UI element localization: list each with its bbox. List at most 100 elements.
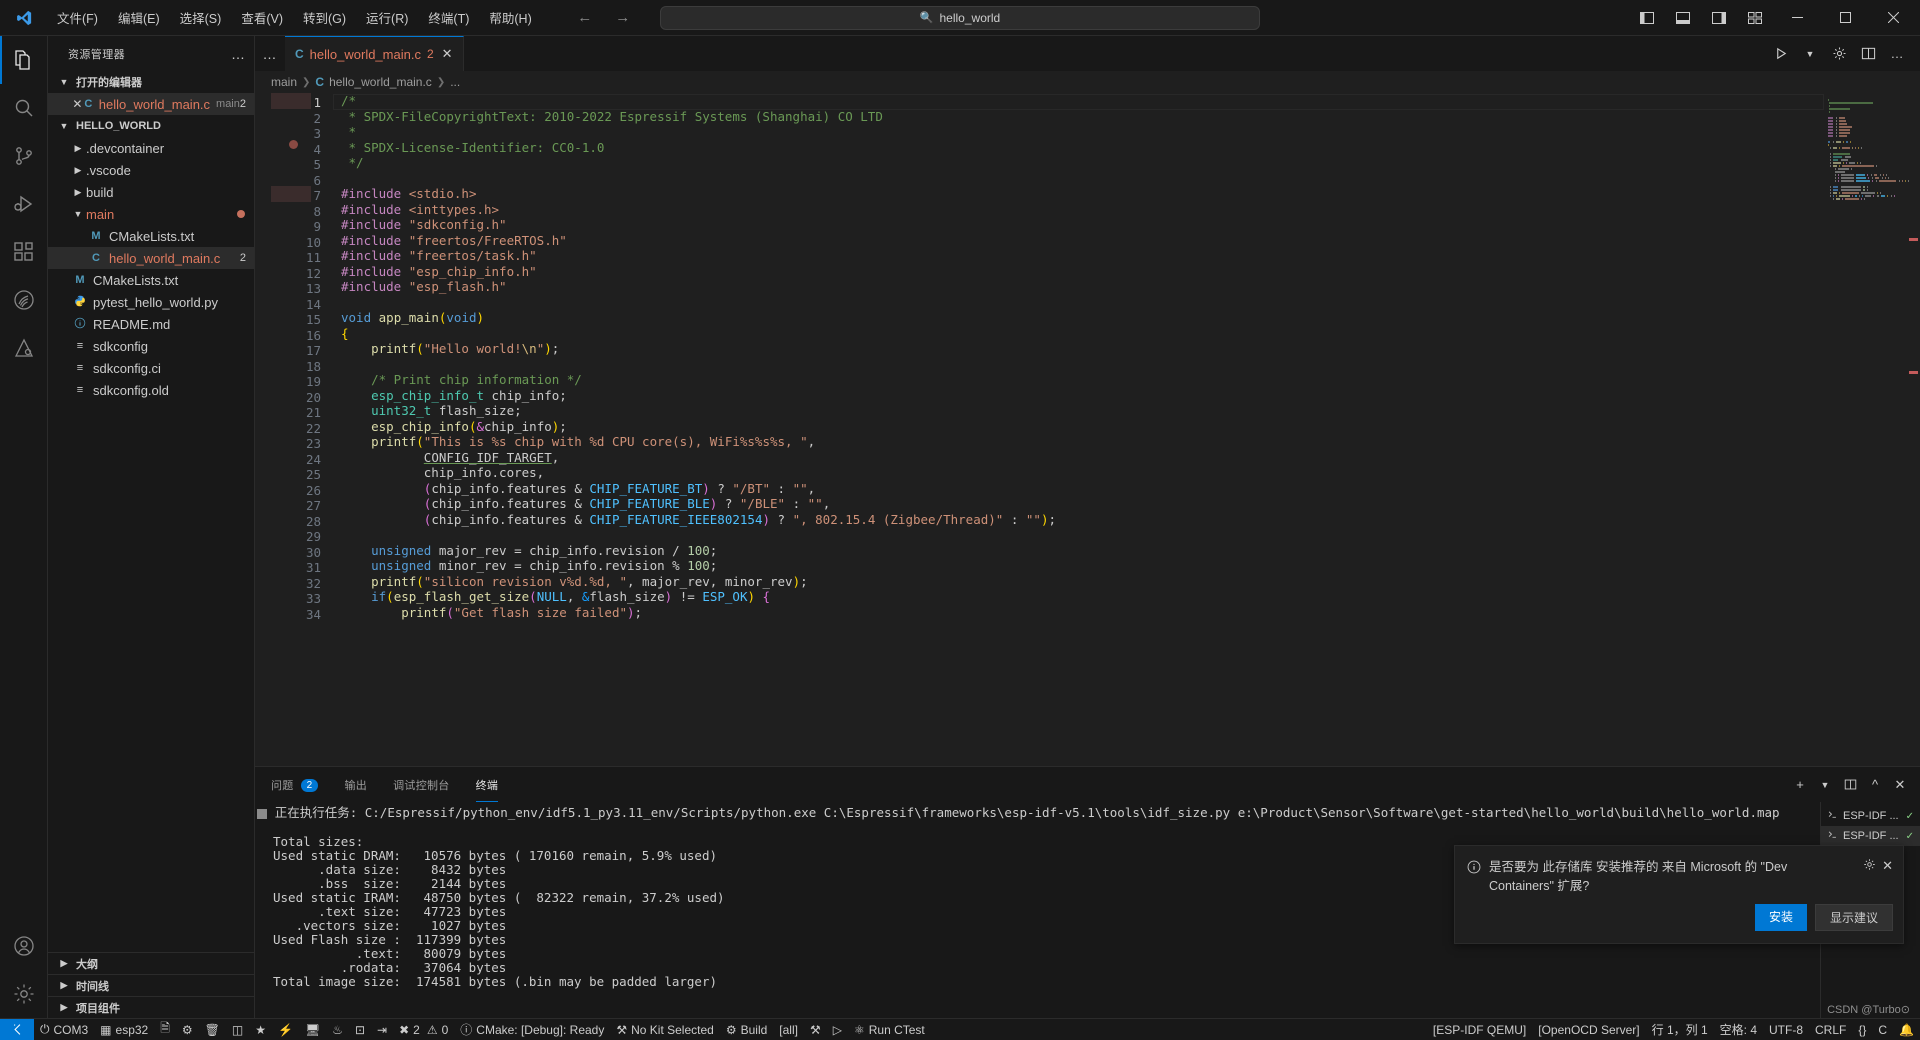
status-notifications-bell-icon[interactable]: 🔔 <box>1893 1019 1920 1040</box>
menu-bar[interactable]: 文件(F) 编辑(E) 选择(S) 查看(V) 转到(G) 运行(R) 终端(T… <box>48 4 541 31</box>
status-cmake-state[interactable]: ⓘ CMake: [Debug]: Ready <box>454 1019 610 1040</box>
tab-problems[interactable]: 问题 2 <box>271 768 319 801</box>
remote-indicator-icon[interactable] <box>0 1018 34 1040</box>
status-com-port[interactable]: ⏻ COM3 <box>34 1019 94 1040</box>
status-erase-icon[interactable]: ♨ <box>326 1019 349 1040</box>
run-icon[interactable] <box>1768 39 1794 69</box>
toggle-primary-sidebar-icon[interactable] <box>1630 3 1664 33</box>
code-line[interactable]: unsigned minor_rev = chip_info.revision … <box>333 558 1824 574</box>
code-line[interactable]: CONFIG_IDF_TARGET, <box>333 450 1824 466</box>
code-line[interactable]: unsigned major_rev = chip_info.revision … <box>333 543 1824 559</box>
code-line[interactable]: esp_chip_info_t chip_info; <box>333 388 1824 404</box>
tree-item-devcontainer[interactable]: ▶ .devcontainer <box>48 137 254 159</box>
status-kit-selection[interactable]: ⚒ No Kit Selected <box>610 1019 719 1040</box>
code-line[interactable]: * SPDX-FileCopyrightText: 2010-2022 Espr… <box>333 109 1824 125</box>
status-login-icon[interactable]: ⇥ <box>371 1019 393 1040</box>
status-terminal-icon[interactable]: ⊡ <box>349 1019 371 1040</box>
code-line[interactable]: printf("Hello world!\n"); <box>333 341 1824 357</box>
tab-output[interactable]: 输出 <box>344 768 367 801</box>
menu-view[interactable]: 查看(V) <box>232 4 292 31</box>
code-line[interactable]: #include <inttypes.h> <box>333 202 1824 218</box>
menu-file[interactable]: 文件(F) <box>48 4 107 31</box>
tab-ellipsis-icon[interactable]: … <box>255 36 285 71</box>
code-line[interactable] <box>333 171 1824 187</box>
status-run-ctest[interactable]: ⚛ Run CTest <box>848 1019 931 1040</box>
status-flash-bolt-icon[interactable]: ⚡ <box>272 1019 299 1040</box>
section-workspace[interactable]: ▼ HELLO_WORLD <box>48 115 254 137</box>
status-build-settings-icon[interactable]: ⚙ <box>176 1019 199 1040</box>
tree-item-root-cmakelists[interactable]: M CMakeLists.txt <box>48 269 254 291</box>
ellipsis-icon[interactable]: … <box>231 46 246 62</box>
tree-item-build[interactable]: ▶ build <box>48 181 254 203</box>
code-line[interactable]: * <box>333 124 1824 140</box>
status-encoding[interactable]: UTF-8 <box>1763 1019 1809 1040</box>
menu-edit[interactable]: 编辑(E) <box>109 4 169 31</box>
code-line[interactable]: #include "sdkconfig.h" <box>333 217 1824 233</box>
breadcrumb-symbol[interactable]: ... <box>450 75 460 89</box>
sidebar-item-espressif[interactable] <box>0 276 48 324</box>
code-line[interactable]: printf("silicon revision v%d.%d, ", majo… <box>333 574 1824 590</box>
install-button[interactable]: 安装 <box>1754 904 1807 931</box>
close-icon[interactable]: ✕ <box>442 46 453 62</box>
code-line[interactable]: (chip_info.features & CHIP_FEATURE_BT) ?… <box>333 481 1824 497</box>
more-actions-icon[interactable]: … <box>1884 39 1910 69</box>
status-debug-icon[interactable]: ⚒ <box>804 1019 827 1040</box>
menu-go[interactable]: 转到(G) <box>294 4 355 31</box>
code-line[interactable]: uint32_t flash_size; <box>333 403 1824 419</box>
section-outline[interactable]: ▶ 大纲 <box>48 952 254 974</box>
tree-item-pytest[interactable]: pytest_hello_world.py <box>48 291 254 313</box>
code-line[interactable]: #include "esp_flash.h" <box>333 279 1824 295</box>
arrow-right-icon[interactable]: → <box>613 9 633 26</box>
code-line[interactable]: /* Print chip information */ <box>333 372 1824 388</box>
section-timeline[interactable]: ▶ 时间线 <box>48 974 254 996</box>
status-openocd-server[interactable]: [OpenOCD Server] <box>1532 1019 1645 1040</box>
settings-icon[interactable] <box>1826 39 1852 69</box>
code-line[interactable]: esp_chip_info(&chip_info); <box>333 419 1824 435</box>
code-line[interactable]: #include <stdio.h> <box>333 186 1824 202</box>
code-line[interactable]: void app_main(void) <box>333 310 1824 326</box>
status-favorite-icon[interactable]: ★ <box>249 1019 272 1040</box>
tree-item-main-cmakelists[interactable]: M CMakeLists.txt <box>48 225 254 247</box>
gear-icon[interactable] <box>1863 858 1876 874</box>
code-line[interactable] <box>333 357 1824 373</box>
new-terminal-icon[interactable]: + <box>1788 773 1812 797</box>
status-cursor-position[interactable]: 行 1，列 1 <box>1646 1019 1714 1040</box>
menu-help[interactable]: 帮助(H) <box>480 4 540 31</box>
code-line[interactable]: chip_info.cores, <box>333 465 1824 481</box>
tree-item-main[interactable]: ▼ main <box>48 203 254 225</box>
close-icon[interactable]: ✕ <box>1882 858 1893 874</box>
status-build-button[interactable]: ⚙ Build <box>720 1019 773 1040</box>
maximize-panel-icon[interactable]: ^ <box>1863 773 1887 797</box>
status-eol[interactable]: CRLF <box>1809 1019 1852 1040</box>
code-line[interactable]: #include "freertos/task.h" <box>333 248 1824 264</box>
breadcrumb-folder[interactable]: main <box>271 75 297 89</box>
code-line[interactable]: */ <box>333 155 1824 171</box>
notification-toast[interactable]: 是否要为 此存储库 安装推荐的 来自 Microsoft 的 "Dev Cont… <box>1454 845 1904 944</box>
tree-item-readme[interactable]: README.md <box>48 313 254 335</box>
status-menuconfig-icon[interactable]: 🗎 <box>154 1019 176 1040</box>
status-indentation[interactable]: 空格: 4 <box>1714 1019 1763 1040</box>
status-flash-icon[interactable]: ◫ <box>226 1019 249 1040</box>
tree-item-sdkconfig-ci[interactable]: ≡ sdkconfig.ci <box>48 357 254 379</box>
status-esp-idf-qemu[interactable]: [ESP-IDF QEMU] <box>1427 1019 1532 1040</box>
sidebar-item-explorer[interactable] <box>0 36 48 84</box>
open-editor-item[interactable]: ✕ C hello_world_main.c main 2 <box>48 93 254 115</box>
section-open-editors[interactable]: ▼ 打开的编辑器 <box>48 71 254 93</box>
status-build-target[interactable]: [all] <box>773 1019 804 1040</box>
status-launch-icon[interactable]: ▷ <box>827 1019 848 1040</box>
status-target-chip[interactable]: ▦ esp32 <box>94 1019 154 1040</box>
close-panel-icon[interactable]: ✕ <box>1888 773 1912 797</box>
tab-terminal[interactable]: 终端 <box>475 768 499 802</box>
code-editor[interactable]: 1 2 3 4 5 6 7 8 9 10 11 12 13 14 15 16 17 18 19 20 21 22 23 24 2… <box>255 93 1920 766</box>
status-problems[interactable]: ✖ 2 ⚠ 0 <box>393 1019 454 1040</box>
tab-debug-console[interactable]: 调试控制台 <box>393 768 450 801</box>
section-project-components[interactable]: ▶ 项目组件 <box>48 996 254 1018</box>
gear-icon[interactable] <box>0 970 48 1018</box>
tree-item-vscode[interactable]: ▶ .vscode <box>48 159 254 181</box>
code-line[interactable]: printf("This is %s chip with %d CPU core… <box>333 434 1824 450</box>
tab-hello-world-main-c[interactable]: C hello_world_main.c 2 ✕ <box>285 36 464 71</box>
window-close-button[interactable] <box>1870 0 1916 35</box>
window-maximize-button[interactable] <box>1822 0 1868 35</box>
show-recommendations-button[interactable]: 显示建议 <box>1814 904 1893 931</box>
tree-item-sdkconfig-old[interactable]: ≡ sdkconfig.old <box>48 379 254 401</box>
